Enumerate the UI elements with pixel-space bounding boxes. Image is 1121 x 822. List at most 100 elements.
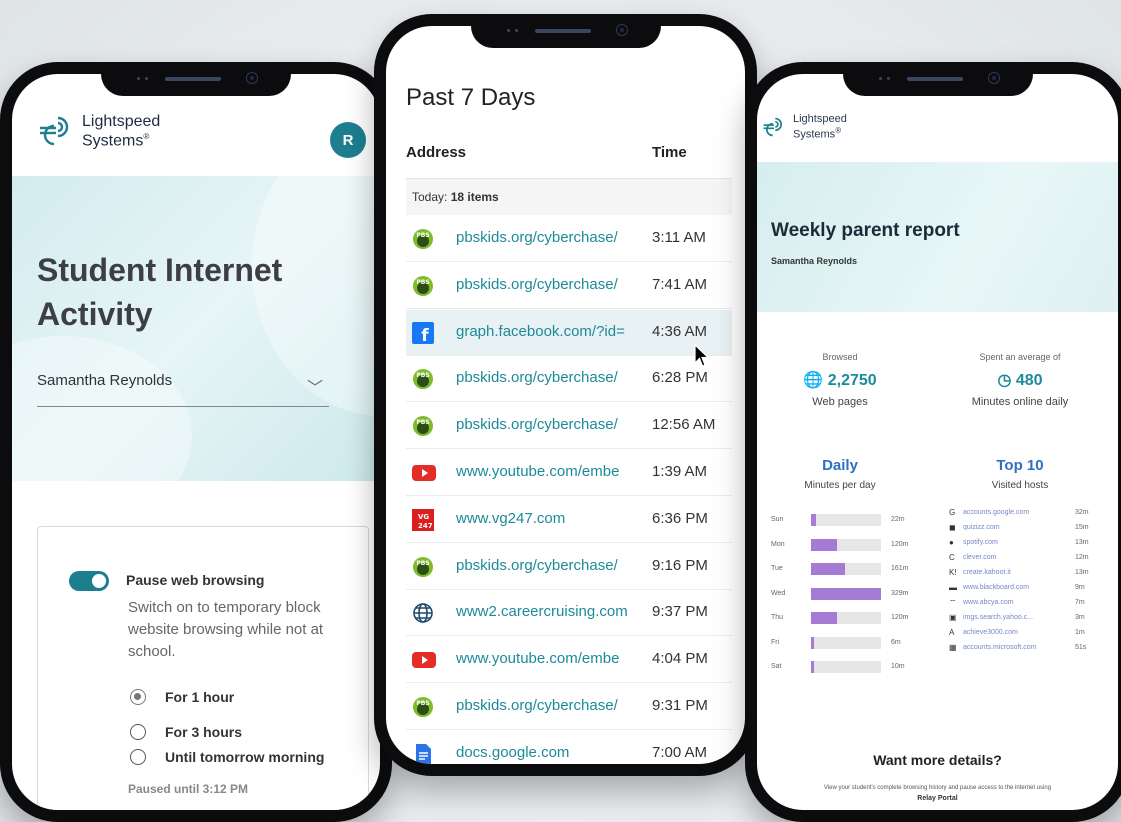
history-row[interactable]: PBS pbskids.org/cyberchase/3:11 AM	[406, 216, 732, 262]
pause-toggle[interactable]	[69, 571, 109, 591]
phone-screen: Lightspeed Systems® R Student Internet Ac…	[12, 74, 380, 810]
host-name[interactable]: create.kahoot.it	[963, 569, 1011, 576]
radio-tomorrow[interactable]	[130, 749, 146, 765]
pbs-kids-icon: PBS	[412, 415, 434, 437]
history-row[interactable]: PBS pbskids.org/cyberchase/9:31 PM	[406, 684, 732, 730]
phone-student-activity: Lightspeed Systems® R Student Internet Ac…	[0, 62, 392, 822]
row-address-link[interactable]: pbskids.org/cyberchase/	[456, 229, 638, 246]
row-address-link[interactable]: pbskids.org/cyberchase/	[456, 276, 638, 293]
paused-status: Paused until 3:12 PM	[128, 782, 249, 796]
report-title: Weekly parent report	[771, 220, 960, 241]
row-address-link[interactable]: pbskids.org/cyberchase/	[456, 416, 638, 433]
globe-icon	[412, 602, 434, 624]
chart-bar-row: Wed 329m	[771, 587, 911, 601]
chart-bar-track	[811, 612, 881, 624]
host-row: Gaccounts.google.com 32m	[949, 508, 1099, 520]
phone-weekly-report: Lightspeed Systems® Weekly parent report …	[745, 62, 1121, 822]
row-address-link[interactable]: pbskids.org/cyberchase/	[456, 557, 638, 574]
chart-day-label: Thu	[771, 614, 784, 621]
history-row[interactable]: www2.careercruising.com 9:37 PM	[406, 590, 732, 637]
google-docs-icon	[412, 743, 434, 764]
host-row: ▣ imgs.search.yahoo.c... 3m	[949, 613, 1099, 625]
host-name[interactable]: clever.com	[963, 554, 996, 561]
option-3-hours-label: For 3 hours	[165, 724, 243, 740]
host-row: K! create.kahoot.it 13m	[949, 568, 1099, 580]
host-row: ◼ quizizz.com 15m	[949, 523, 1099, 535]
history-row[interactable]: PBS pbskids.org/cyberchase/9:16 PM	[406, 544, 732, 590]
microsoft-icon: ▦	[949, 643, 957, 652]
kahoot-icon: K!	[949, 568, 957, 577]
svg-text:PBS: PBS	[416, 419, 429, 426]
phone-screen: Past 7 Days Address Time Today: 18 items…	[386, 26, 745, 764]
chart-value-label: 329m	[891, 589, 909, 597]
row-time: 4:04 PM	[652, 650, 708, 668]
host-name[interactable]: accounts.google.com	[963, 509, 1029, 516]
pbs-kids-icon: PBS	[412, 368, 434, 390]
lightspeed-logo-icon	[40, 116, 69, 146]
chart-bar-row: Sat 10m	[771, 661, 911, 674]
host-name[interactable]: spotify.com	[963, 539, 998, 546]
host-name[interactable]: accounts.microsoft.com	[963, 644, 1037, 651]
stat-label: Minutes online daily	[971, 396, 1069, 408]
chart-bar	[811, 636, 814, 649]
chart-bar	[811, 563, 846, 575]
history-row[interactable]: docs.google.com 7:00 AM	[406, 731, 732, 764]
host-time: 13m	[1075, 569, 1089, 576]
phone-notch	[470, 14, 661, 48]
host-time: 32m	[1075, 509, 1089, 516]
history-row[interactable]: PBS pbskids.org/cyberchase/7:41 AM	[406, 263, 732, 309]
history-row[interactable]: www.youtube.com/embe 4:04 PM	[406, 637, 732, 684]
stat-caption: Browsed	[822, 352, 858, 362]
relay-portal-link[interactable]: Relay Portal	[757, 795, 1118, 802]
row-address-link[interactable]: www2.careercruising.com	[456, 603, 638, 620]
stat-browsed: Browsed 🌐 2,2750 Web pages	[765, 352, 915, 408]
chart-bar	[811, 587, 881, 600]
host-name[interactable]: www.blackboard.com	[963, 584, 1029, 591]
address-column-header: Address	[406, 144, 467, 161]
row-address-link[interactable]: www.youtube.com/embe	[456, 650, 638, 667]
radio-3-hours[interactable]	[130, 724, 146, 740]
chart-value-label: 120m	[891, 614, 909, 621]
history-row[interactable]: f graph.facebook.com/?id= 4:36 AM	[406, 309, 732, 356]
chart-bar-track	[811, 563, 881, 575]
more-details-text: View your student's complete browsing hi…	[823, 785, 1052, 791]
mouse-cursor-icon	[694, 344, 710, 367]
host-name[interactable]: achieve3000.com	[963, 629, 1018, 636]
chart-day-label: Fri	[771, 638, 780, 646]
svg-text:VG: VG	[418, 513, 429, 521]
radio-1-hour[interactable]	[130, 689, 146, 705]
chart-value-label: 161m	[891, 565, 909, 572]
history-row[interactable]: PBS pbskids.org/cyberchase/6:28 PM	[406, 356, 732, 403]
today-label: Today:	[412, 190, 451, 204]
youtube-icon	[412, 649, 436, 671]
avatar[interactable]: R	[330, 122, 366, 158]
chart-day-label: Sun	[771, 516, 784, 523]
host-row: ▬ www.blackboard.com 9m	[949, 583, 1099, 595]
host-name[interactable]: quizizz.com	[963, 524, 1000, 531]
row-address-link[interactable]: www.youtube.com/embe	[456, 463, 638, 480]
history-row[interactable]: www.youtube.com/embe 1:39 AM	[406, 450, 732, 496]
chevron-down-icon: ﹀	[306, 380, 323, 397]
phone-screen: Lightspeed Systems® Weekly parent report …	[757, 74, 1118, 810]
student-select[interactable]: Samantha Reynolds ﹀	[37, 372, 329, 407]
svg-text:247: 247	[418, 522, 433, 530]
row-address-link[interactable]: pbskids.org/cyberchase/	[456, 369, 638, 386]
logo-line1: Lightspeed	[793, 113, 847, 125]
quizizz-icon: ◼	[949, 523, 956, 532]
chart-bar	[811, 514, 816, 526]
row-address-link[interactable]: www.vg247.com	[456, 510, 638, 527]
table-header: Address Time	[406, 144, 736, 161]
host-row: ▦ accounts.microsoft.com 51s	[949, 643, 1099, 655]
history-row[interactable]: PBS pbskids.org/cyberchase/12:56 AM	[406, 403, 732, 450]
row-address-link[interactable]: graph.facebook.com/?id=	[456, 323, 638, 340]
host-name[interactable]: www.abcya.com	[963, 599, 1014, 606]
host-name[interactable]: imgs.search.yahoo.c...	[963, 614, 1033, 621]
chart-day-label: Sat	[771, 663, 782, 670]
stat-value: 480	[1015, 372, 1043, 389]
chart-bar	[811, 538, 837, 551]
history-row[interactable]: VG 247 www.vg247.com 6:36 PM	[406, 497, 732, 543]
logo-registered: ®	[143, 131, 150, 141]
host-time: 51s	[1075, 644, 1087, 651]
row-address-link[interactable]: docs.google.com	[456, 744, 638, 761]
row-address-link[interactable]: pbskids.org/cyberchase/	[456, 697, 638, 714]
